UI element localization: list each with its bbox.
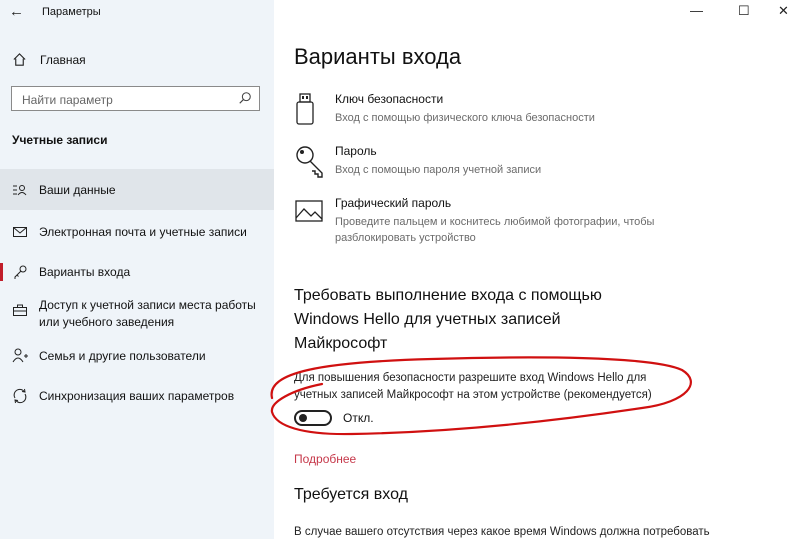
sidebar-item-sync[interactable]: Синхронизация ваших параметров <box>0 383 274 411</box>
app-title: Параметры <box>42 6 101 18</box>
mail-icon <box>13 227 27 237</box>
search-icon <box>239 92 251 104</box>
person-card-icon <box>13 185 27 196</box>
toggle-state-label: Откл. <box>343 411 374 425</box>
sidebar-item-label: Доступ к учетной записи места работы или… <box>39 298 256 329</box>
require-signin-heading: Требуется вход <box>294 486 408 503</box>
sidebar-item-label: Семья и другие пользователи <box>39 349 206 363</box>
sidebar-item-label: Ваши данные <box>39 183 116 197</box>
picture-password-option[interactable]: Графический пароль Проведите пальцем и к… <box>294 196 774 248</box>
key-icon <box>296 146 323 178</box>
toggle-knob <box>299 414 307 422</box>
active-indicator <box>0 263 3 281</box>
option-title: Пароль <box>335 144 377 158</box>
key-icon <box>14 265 27 279</box>
sidebar-item-label: Варианты входа <box>39 265 131 279</box>
search-placeholder: Найти параметр <box>22 93 113 107</box>
sidebar-item-label: Синхронизация ваших параметров <box>39 389 235 403</box>
option-title: Графический пароль <box>335 196 452 210</box>
learn-more-link[interactable]: Подробнее <box>294 452 356 466</box>
window-controls: — ☐ ✕ <box>650 0 800 24</box>
sidebar-item-your-info[interactable]: Ваши данные <box>0 169 274 210</box>
password-option[interactable]: Пароль Вход с помощью пароля учетной зап… <box>294 144 774 184</box>
option-desc: Вход с помощью физического ключа безопас… <box>335 112 595 124</box>
close-button[interactable]: ✕ <box>778 3 789 19</box>
option-desc: Проведите пальцем и коснитесь любимой фо… <box>335 216 655 244</box>
sidebar-item-family[interactable]: Семья и другие пользователи <box>0 343 274 371</box>
main-content: — ☐ ✕ Варианты входа Ключ безопасности В… <box>274 0 800 539</box>
require-signin-desc: В случае вашего отсутствия через какое в… <box>294 526 710 538</box>
windows-hello-heading: Требовать выполнение входа с помощью Win… <box>294 287 602 352</box>
page-title: Варианты входа <box>294 44 462 69</box>
security-key-option[interactable]: Ключ безопасности Вход с помощью физичес… <box>294 92 774 132</box>
search-input[interactable]: Найти параметр <box>11 86 260 111</box>
option-title: Ключ безопасности <box>335 92 444 106</box>
sync-icon <box>13 388 27 404</box>
home-nav-item[interactable]: Главная <box>12 52 86 67</box>
sidebar-item-sign-in-options[interactable]: Варианты входа <box>0 258 274 286</box>
person-add-icon <box>12 348 28 363</box>
section-heading: Учетные записи <box>12 133 108 147</box>
sidebar-item-label: Электронная почта и учетные записи <box>39 225 247 239</box>
usb-key-icon <box>296 93 314 125</box>
maximize-button[interactable]: ☐ <box>738 3 750 19</box>
minimize-button[interactable]: — <box>690 3 703 18</box>
back-arrow-icon[interactable]: ← <box>9 3 24 20</box>
option-desc: Вход с помощью пароля учетной записи <box>335 164 542 176</box>
windows-hello-desc: Для повышения безопасности разрешите вхо… <box>294 372 652 401</box>
sidebar-item-email[interactable]: Электронная почта и учетные записи <box>0 218 274 246</box>
home-label: Главная <box>40 52 86 67</box>
picture-icon <box>295 200 323 222</box>
sidebar: ← Параметры Главная Найти параметр Учетн… <box>0 0 274 539</box>
windows-hello-toggle[interactable] <box>294 410 332 426</box>
briefcase-icon <box>13 304 27 316</box>
sidebar-item-work-access[interactable]: Доступ к учетной записи места работы или… <box>0 295 274 335</box>
title-bar: ← Параметры <box>0 0 274 24</box>
home-icon <box>13 53 26 66</box>
